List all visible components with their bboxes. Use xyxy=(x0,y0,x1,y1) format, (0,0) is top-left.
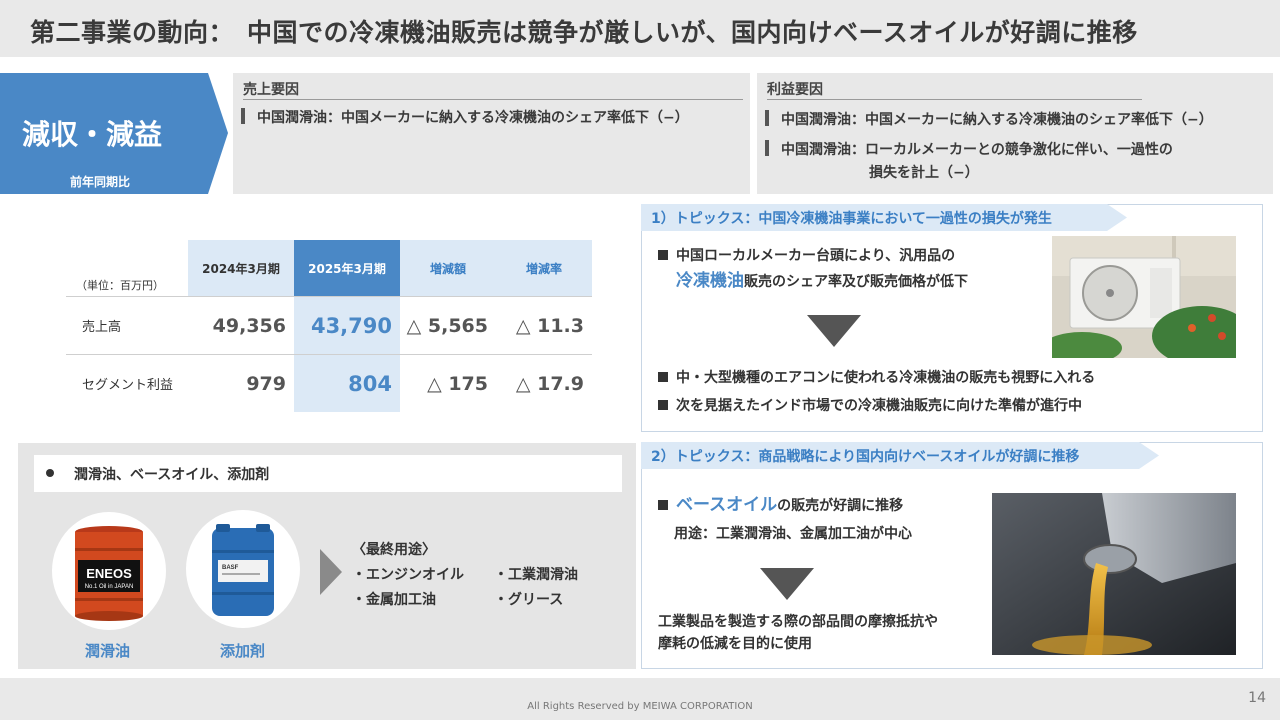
products-heading: 潤滑油、ベースオイル、添加剤 xyxy=(74,467,270,483)
svg-text:ENEOS: ENEOS xyxy=(86,566,132,581)
topic-1-bullet-3: 次を見据えたインド市場での冷凍機油販売に向けた準備が進行中 xyxy=(658,395,1082,415)
topic-1-bullet-2: 中・大型機種のエアコンに使われる冷凍機油の販売も視野に入れる xyxy=(658,367,1095,387)
svg-text:No.1 Oil in JAPAN: No.1 Oil in JAPAN xyxy=(85,584,134,590)
svg-text:BASF: BASF xyxy=(222,565,239,571)
additive-tank-image: BASF xyxy=(186,510,300,628)
oil-pouring-photo xyxy=(992,493,1236,655)
topic-1-panel: 1）トピックス：中国冷凍機油事業において一過性の損失が発生 中国ローカルメーカー… xyxy=(641,204,1263,432)
products-heading-bar: 潤滑油、ベースオイル、添加剤 xyxy=(34,455,622,492)
result-badge: 減収・減益 前年同期比 xyxy=(0,73,228,194)
profit-fy2024: 979 xyxy=(246,372,286,395)
unit-label: （単位：百万円） xyxy=(76,279,164,292)
divider xyxy=(767,99,1142,100)
bullet-bar-icon xyxy=(241,108,245,124)
end-use-item: ・工業潤滑油 xyxy=(494,567,578,583)
end-use-item: ・金属加工油 xyxy=(352,592,436,608)
end-use-item: ・エンジンオイル xyxy=(352,567,464,583)
financial-table: （単位：百万円） 2024年3月期 2025年3月期 増減額 増減率 売上高 4… xyxy=(66,240,592,412)
copyright: All Rights Reserved by MEIWA CORPORATION xyxy=(527,701,753,712)
bullet-square-icon xyxy=(658,400,668,410)
profit-factors-heading: 利益要因 xyxy=(767,82,823,98)
bullet-dot-icon xyxy=(46,469,54,477)
badge-main-text: 減収・減益 xyxy=(22,118,163,151)
topic-1-title: 1）トピックス：中国冷凍機油事業において一過性の損失が発生 xyxy=(651,211,1052,227)
profit-change-rate: △ 17.9 xyxy=(515,372,584,395)
down-arrow-icon xyxy=(807,315,861,347)
header-change-rate: 増減率 xyxy=(496,240,592,296)
header-fy2025: 2025年3月期 xyxy=(294,240,400,296)
profit-change-amount: △ 175 xyxy=(427,372,488,395)
profit-factor-item: 中国潤滑油：ローカルメーカーとの競争激化に伴い、一過性の 損失を計上（−） xyxy=(765,139,1173,185)
profit-factor-item: 中国潤滑油：中国メーカーに納入する冷凍機油のシェア率低下（−） xyxy=(765,109,1213,132)
lubricant-label: 潤滑油 xyxy=(85,642,131,660)
page-number: 14 xyxy=(1248,690,1266,706)
additive-label: 添加剤 xyxy=(220,642,266,660)
lubricant-drum-image: ENEOS No.1 Oil in JAPAN xyxy=(52,512,166,630)
row-label-sales: 売上高 xyxy=(82,320,122,335)
products-panel: 潤滑油、ベースオイル、添加剤 ENEOS No.1 Oil in JAPAN B… xyxy=(18,443,636,669)
down-arrow-icon xyxy=(760,568,814,600)
profit-factors-panel: 利益要因 中国潤滑油：中国メーカーに納入する冷凍機油のシェア率低下（−） 中国潤… xyxy=(757,73,1273,194)
chevron-right-icon xyxy=(320,549,342,595)
topic-2-panel: 2）トピックス：商品戦略により国内向けベースオイルが好調に推移 ベースオイルの販… xyxy=(641,442,1263,669)
page-title: 第二事業の動向： 中国での冷凍機油販売は競争が厳しいが、国内向けベースオイルが好… xyxy=(30,18,1138,47)
sales-factor-item: 中国潤滑油：中国メーカーに納入する冷凍機油のシェア率低下（−） xyxy=(241,107,689,130)
end-use-item: ・グリース xyxy=(494,592,564,608)
topic-2-title: 2）トピックス：商品戦略により国内向けベースオイルが好調に推移 xyxy=(651,449,1080,465)
topic-1-bullet-1: 中国ローカルメーカー台頭により、汎用品の xyxy=(658,245,955,265)
topic-2-desc-2: 摩耗の低減を目的に使用 xyxy=(658,636,812,652)
header-change-amount: 増減額 xyxy=(400,240,496,296)
sales-change-amount: △ 5,565 xyxy=(406,314,488,337)
end-use-title: 〈最終用途〉 xyxy=(352,542,436,558)
title-bar: 第二事業の動向： 中国での冷凍機油販売は競争が厳しいが、国内向けベースオイルが好… xyxy=(0,0,1280,57)
sales-factors-heading: 売上要因 xyxy=(243,82,299,98)
profit-fy2025: 804 xyxy=(348,371,392,396)
sales-change-rate: △ 11.3 xyxy=(515,314,584,337)
sales-factors-panel: 売上要因 中国潤滑油：中国メーカーに納入する冷凍機油のシェア率低下（−） xyxy=(233,73,750,194)
bullet-square-icon xyxy=(658,500,668,510)
bullet-bar-icon xyxy=(765,140,769,156)
sales-fy2024: 49,356 xyxy=(212,314,286,337)
topic-2-desc-1: 工業製品を製造する際の部品間の摩擦抵抗や xyxy=(658,614,938,630)
air-conditioner-photo xyxy=(1052,236,1236,358)
badge-sub-text: 前年同期比 xyxy=(70,175,131,189)
row-label-segment-profit: セグメント利益 xyxy=(82,378,174,393)
header-fy2024: 2024年3月期 xyxy=(188,240,294,296)
bullet-square-icon xyxy=(658,372,668,382)
topic-2-usage: 用途：工業潤滑油、金属加工油が中心 xyxy=(674,526,912,542)
footer: All Rights Reserved by MEIWA CORPORATION… xyxy=(0,678,1280,720)
topic-2-bullet-1: ベースオイルの販売が好調に推移 xyxy=(658,490,903,515)
divider xyxy=(243,99,743,100)
topic-1-bullet-1-cont: 冷凍機油販売のシェア率及び販売価格が低下 xyxy=(676,271,968,291)
sales-fy2025: 43,790 xyxy=(310,313,392,338)
bullet-bar-icon xyxy=(765,110,769,126)
bullet-square-icon xyxy=(658,250,668,260)
